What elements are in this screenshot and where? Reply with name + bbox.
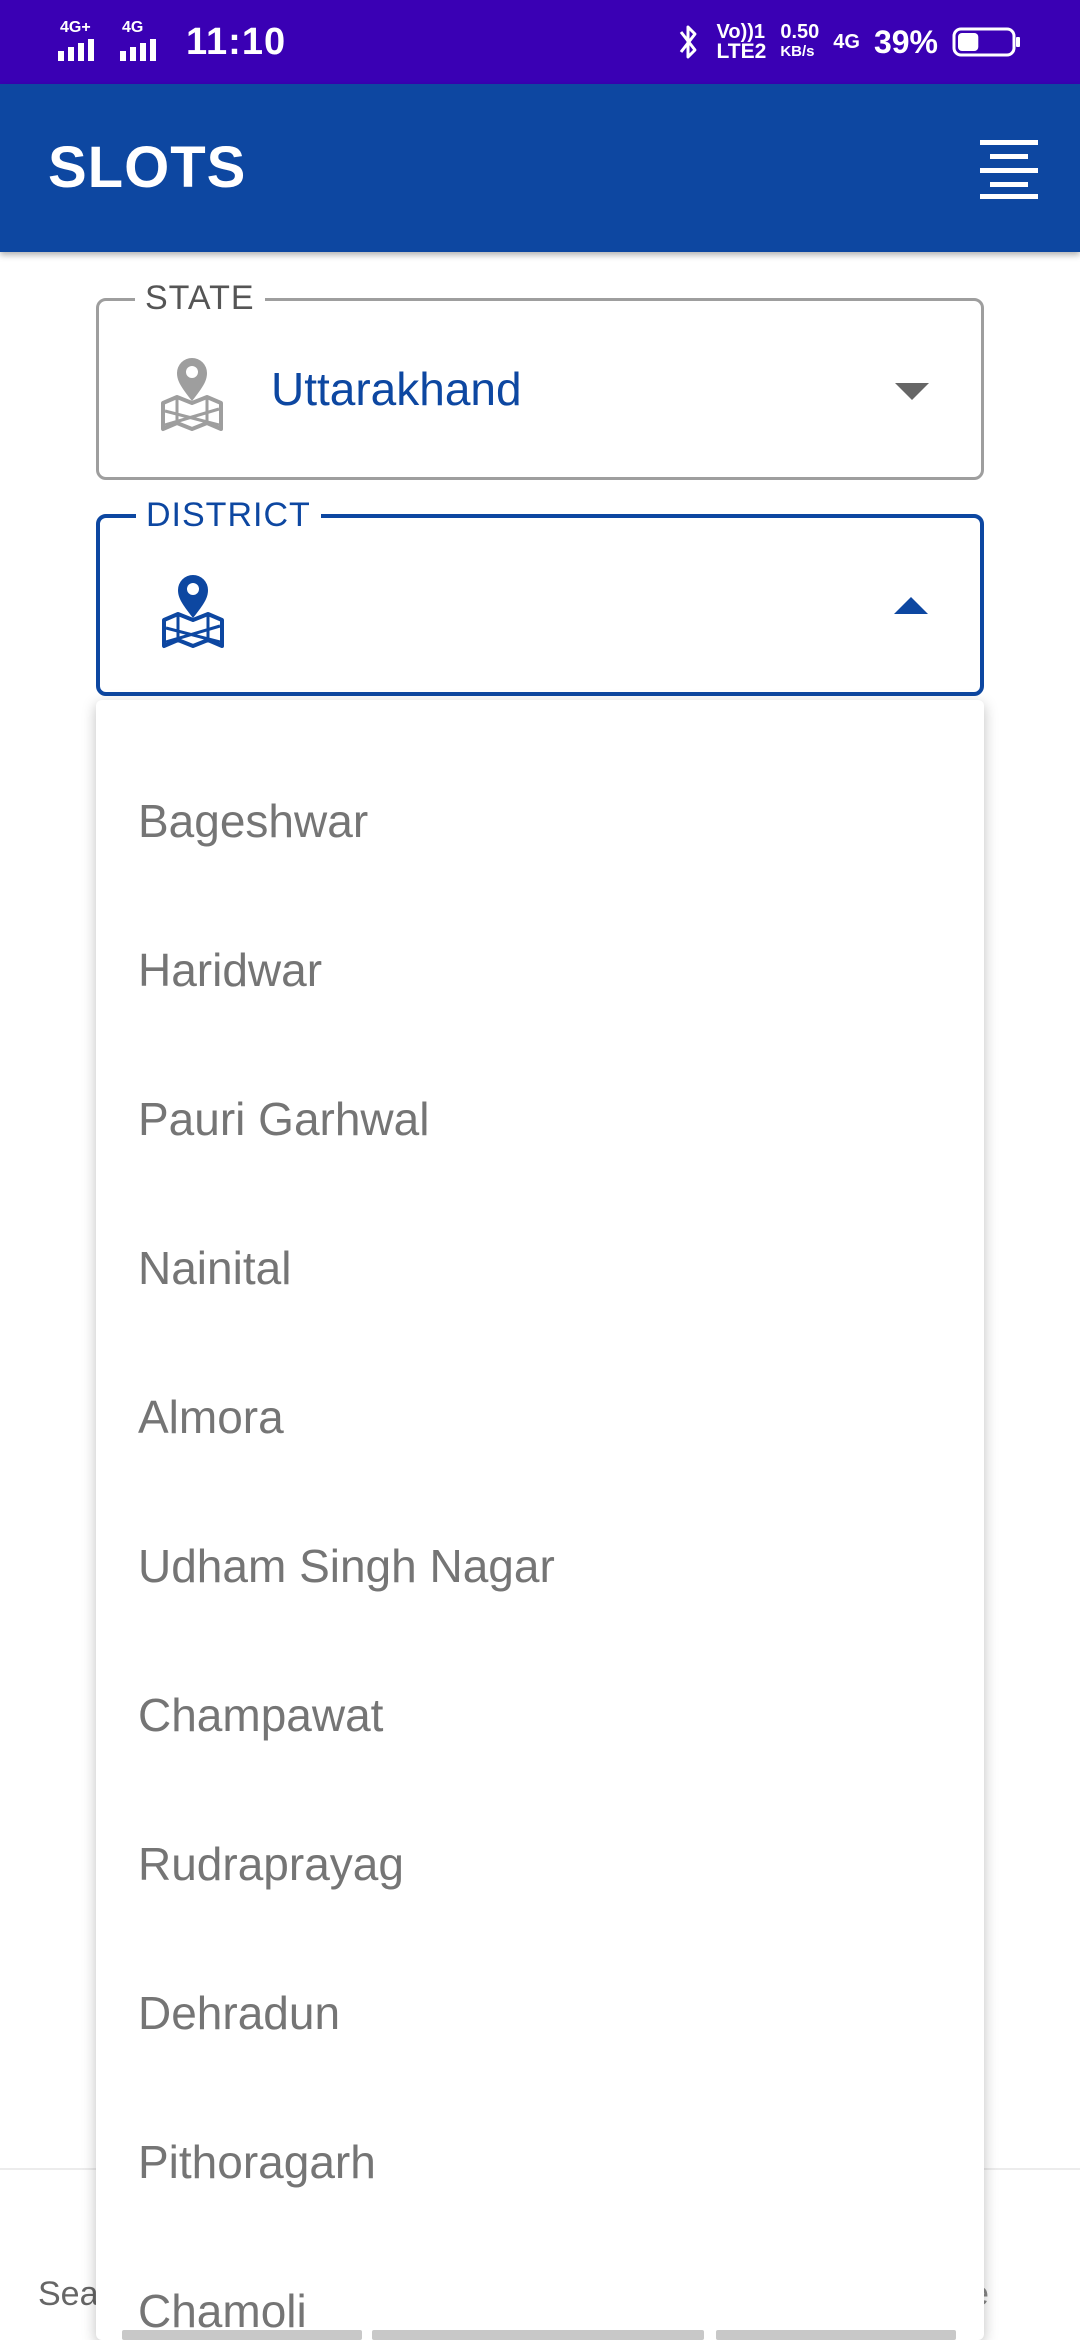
network-type: 4G [833, 30, 860, 53]
district-option[interactable]: Bageshwar [96, 747, 984, 896]
horizontal-scrollbar[interactable] [96, 2330, 984, 2340]
status-bar: 4G+ 4G 11:10 Vo))1 LTE2 0.50 KB/s 4G 39% [0, 0, 1080, 84]
state-label: STATE [135, 279, 265, 318]
volte-bottom: LTE2 [716, 40, 767, 63]
speed-value: 0.50 [780, 21, 820, 43]
volte-indicator: Vo))1 LTE2 [717, 22, 767, 62]
speed-unit: KB/s [780, 43, 815, 60]
volte-top: Vo))1 [716, 21, 766, 43]
page-title: SLOTS [48, 135, 247, 200]
district-option[interactable]: Dehradun [96, 1939, 984, 2088]
state-value: Uttarakhand [271, 363, 522, 415]
menu-icon[interactable] [976, 136, 1042, 200]
district-option[interactable]: Chamoli [96, 2237, 984, 2340]
district-select[interactable]: DISTRICT [96, 496, 984, 696]
map-pin-icon [161, 358, 223, 431]
caret-up-icon [894, 597, 928, 614]
district-list: Bageshwar Haridwar Pauri Garhwal Nainita… [96, 747, 984, 2340]
district-option[interactable]: Rudraprayag [96, 1790, 984, 1939]
network-speed: 0.50 KB/s [780, 22, 819, 62]
district-option[interactable]: Pithoragarh [96, 2088, 984, 2237]
district-option[interactable]: Almora [96, 1343, 984, 1492]
district-option[interactable]: Udham Singh Nagar [96, 1492, 984, 1641]
district-option[interactable]: Pauri Garhwal [96, 1045, 984, 1194]
sim2-signal-icon: 4G [120, 17, 168, 67]
sim2-label: 4G [122, 19, 144, 36]
search-button-partial[interactable]: Sea [38, 2275, 99, 2314]
bluetooth-icon [679, 25, 697, 59]
caret-down-icon [895, 383, 929, 400]
sim1-signal-icon: 4G+ [58, 17, 106, 67]
map-pin-icon [162, 575, 224, 648]
district-option[interactable]: Champawat [96, 1641, 984, 1790]
district-label: DISTRICT [136, 496, 321, 535]
sim1-label: 4G+ [60, 19, 91, 36]
district-dropdown: Bageshwar Haridwar Pauri Garhwal Nainita… [96, 700, 984, 2340]
district-option[interactable]: Haridwar [96, 896, 984, 1045]
battery-percent: 39% [873, 23, 938, 60]
state-select[interactable]: STATE Uttarakhand [96, 279, 984, 480]
app-bar: SLOTS [0, 84, 1080, 252]
battery-icon [952, 27, 1020, 57]
district-option[interactable]: Nainital [96, 1194, 984, 1343]
clock: 11:10 [186, 20, 287, 63]
